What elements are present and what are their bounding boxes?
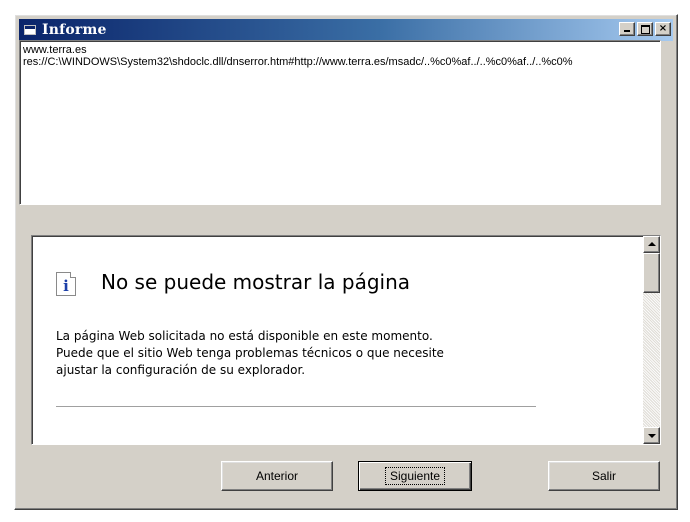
scroll-up-icon[interactable] [643, 236, 660, 253]
report-line-url: www.terra.es [23, 44, 87, 56]
title-bar[interactable]: Informe × [19, 19, 673, 41]
divider [56, 406, 536, 407]
previous-button[interactable]: Anterior [221, 461, 333, 491]
error-line-3: ajustar la configuración de su explorado… [56, 363, 306, 377]
report-window: Informe × www.terra.es res://C:\WINDOWS\… [14, 14, 678, 510]
info-icon: i [56, 272, 76, 296]
window-icon [23, 24, 37, 36]
vertical-scrollbar[interactable] [643, 236, 660, 444]
error-page: i No se puede mostrar la página La págin… [56, 236, 636, 444]
error-heading: No se puede mostrar la página [101, 270, 411, 294]
next-button[interactable]: Siguiente [358, 461, 472, 491]
window-controls: × [617, 22, 671, 36]
report-textarea[interactable]: www.terra.es res://C:\WINDOWS\System32\s… [19, 40, 661, 205]
scroll-down-icon[interactable] [643, 427, 660, 444]
browser-pane[interactable]: i No se puede mostrar la página La págin… [31, 235, 661, 445]
maximize-button[interactable] [637, 22, 653, 36]
exit-button[interactable]: Salir [548, 461, 660, 491]
error-description: La página Web solicitada no está disponi… [56, 328, 576, 379]
close-button[interactable]: × [655, 22, 671, 36]
next-button-label: Siguiente [384, 467, 446, 485]
error-line-2: Puede que el sitio Web tenga problemas t… [56, 346, 444, 360]
window-title: Informe [42, 22, 107, 38]
error-line-1: La página Web solicitada no está disponi… [56, 329, 433, 343]
minimize-button[interactable] [619, 22, 635, 36]
scroll-thumb[interactable] [643, 253, 660, 293]
report-line-res: res://C:\WINDOWS\System32\shdoclc.dll/dn… [23, 56, 573, 68]
